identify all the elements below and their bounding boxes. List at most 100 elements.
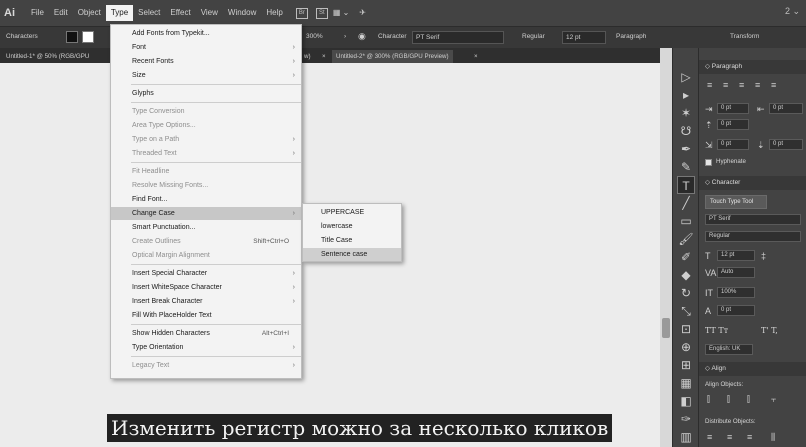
- distribute-center-icon[interactable]: ≡: [727, 432, 732, 442]
- menu-window[interactable]: Window: [223, 5, 261, 21]
- shape-builder-tool-icon[interactable]: ⊕: [677, 338, 695, 356]
- font-style-field[interactable]: Regular: [522, 33, 545, 40]
- curvature-tool-icon[interactable]: ✎: [677, 158, 695, 176]
- align-panel-header[interactable]: ◇ Align: [699, 362, 806, 376]
- menu-edit[interactable]: Edit: [49, 5, 73, 21]
- menu-item-recent-fonts[interactable]: Recent Fonts ›: [111, 55, 301, 68]
- all-caps-buttons[interactable]: TT Tт: [705, 326, 728, 335]
- menu-item-threaded-text[interactable]: Threaded Text ›: [111, 147, 301, 160]
- workspace-switcher-icon[interactable]: ▦ ⌄: [328, 5, 354, 21]
- menu-item-show-hidden-characters[interactable]: Show Hidden Characters Alt+Ctrl+I: [111, 327, 301, 340]
- space-before-field[interactable]: 0 pt: [717, 119, 749, 130]
- indent-right-field[interactable]: 0 pt: [769, 103, 803, 114]
- font-size-field[interactable]: 12 pt: [562, 31, 606, 44]
- font-size-field[interactable]: 12 pt: [717, 250, 755, 261]
- pen-tool-icon[interactable]: ✒: [677, 140, 695, 158]
- submenu-item-uppercase[interactable]: UPPERCASE: [303, 206, 401, 219]
- scale-tool-icon[interactable]: ⤡: [677, 302, 695, 320]
- menu-item-type-conversion[interactable]: Type Conversion: [111, 105, 301, 118]
- menu-type[interactable]: Type: [105, 5, 134, 21]
- menu-item-smart-punctuation[interactable]: Smart Punctuation...: [111, 221, 301, 234]
- zoom-value[interactable]: 300%: [306, 33, 323, 40]
- submenu-item-lowercase[interactable]: lowercase: [303, 220, 401, 233]
- chart-tool-icon[interactable]: ▥: [677, 428, 695, 446]
- paragraph-panel-link[interactable]: Paragraph: [616, 33, 646, 40]
- distribute-left-icon[interactable]: ⫼: [771, 432, 775, 443]
- character-panel-link[interactable]: Character: [378, 33, 407, 40]
- menu-item-create-outlines[interactable]: Create Outlines Shift+Ctrl+O: [111, 235, 301, 248]
- menu-help[interactable]: Help: [261, 5, 287, 21]
- menu-effect[interactable]: Effect: [165, 5, 195, 21]
- font-style-field[interactable]: Regular: [705, 231, 801, 242]
- justify-all-icon[interactable]: ≡: [771, 80, 776, 90]
- close-icon[interactable]: ×: [470, 50, 482, 63]
- menu-item-area-type-options[interactable]: Area Type Options...: [111, 119, 301, 132]
- lasso-tool-icon[interactable]: ☋: [677, 122, 695, 140]
- magic-wand-tool-icon[interactable]: ✶: [677, 104, 695, 122]
- chevron-right-icon[interactable]: ›: [344, 33, 346, 40]
- menu-item-glyphs[interactable]: Glyphs: [111, 87, 301, 100]
- fill-swatch[interactable]: [66, 31, 78, 43]
- canvas-scrollbar[interactable]: [660, 48, 672, 447]
- character-panel-header[interactable]: ◇ Character: [699, 176, 806, 190]
- menu-item-insert-special-character[interactable]: Insert Special Character ›: [111, 267, 301, 280]
- eraser-tool-icon[interactable]: ◆: [677, 266, 695, 284]
- superscript-buttons[interactable]: T' T,: [761, 326, 778, 335]
- first-line-indent-field[interactable]: 0 pt: [717, 139, 749, 150]
- align-horizontal-center-icon[interactable]: ⫿: [727, 394, 730, 405]
- transform-panel-link[interactable]: Transform: [730, 33, 759, 40]
- rectangle-tool-icon[interactable]: ▭: [677, 212, 695, 230]
- justify-icon[interactable]: ≡: [755, 80, 760, 90]
- menu-item-find-font[interactable]: Find Font...: [111, 193, 301, 206]
- stock-icon[interactable]: St: [315, 7, 328, 19]
- perspective-grid-tool-icon[interactable]: ⊞: [677, 356, 695, 374]
- pencil-tool-icon[interactable]: ✐: [677, 248, 695, 266]
- selection-tool-icon[interactable]: ▷: [677, 68, 695, 86]
- menu-view[interactable]: View: [196, 5, 223, 21]
- menu-item-change-case[interactable]: Change Case ›: [111, 207, 301, 220]
- scrollbar-thumb[interactable]: [662, 318, 670, 338]
- rotate-tool-icon[interactable]: ↻: [677, 284, 695, 302]
- gradient-tool-icon[interactable]: ◧: [677, 392, 695, 410]
- hyphenate-checkbox[interactable]: [705, 159, 712, 166]
- indent-left-field[interactable]: 0 pt: [717, 103, 749, 114]
- touch-type-tool-button[interactable]: Touch Type Tool: [705, 195, 767, 209]
- menu-item-fit-headline[interactable]: Fit Headline: [111, 165, 301, 178]
- eyedropper-tool-icon[interactable]: ✑: [677, 410, 695, 428]
- menu-item-optical-margin-alignment[interactable]: Optical Margin Alignment: [111, 249, 301, 262]
- menu-item-insert-break-character[interactable]: Insert Break Character ›: [111, 295, 301, 308]
- bridge-icon[interactable]: Br: [295, 7, 308, 19]
- paintbrush-tool-icon[interactable]: 🖌: [677, 230, 695, 248]
- stroke-swatch[interactable]: [82, 31, 94, 43]
- globe-icon[interactable]: ◉: [358, 31, 366, 42]
- direct-selection-tool-icon[interactable]: ▸: [677, 86, 695, 104]
- language-select[interactable]: English: UK: [705, 344, 753, 355]
- align-left-edges-icon[interactable]: ⫿: [707, 394, 710, 405]
- paragraph-panel-header[interactable]: ◇ Paragraph: [699, 60, 806, 74]
- distribute-bottom-icon[interactable]: ≡: [747, 432, 752, 442]
- menu-item-type-orientation[interactable]: Type Orientation ›: [111, 341, 301, 354]
- kerning-field[interactable]: Auto: [717, 267, 755, 278]
- font-family-field[interactable]: PT Serif: [412, 31, 504, 44]
- submenu-item-title-case[interactable]: Title Case: [303, 234, 401, 247]
- menu-item-resolve-missing-fonts[interactable]: Resolve Missing Fonts...: [111, 179, 301, 192]
- menu-item-add-fonts-from-typekit[interactable]: Add Fonts from Typekit...: [111, 27, 301, 40]
- mesh-tool-icon[interactable]: ▦: [677, 374, 695, 392]
- menu-item-fill-with-placeholder-text[interactable]: Fill With PlaceHolder Text: [111, 309, 301, 322]
- menu-item-type-on-a-path[interactable]: Type on a Path ›: [111, 133, 301, 146]
- space-after-field[interactable]: 0 pt: [769, 139, 803, 150]
- menu-select[interactable]: Select: [133, 5, 165, 21]
- align-top-edges-icon[interactable]: ⫟: [771, 394, 776, 405]
- workspace-menu[interactable]: 2 ⌄: [785, 6, 800, 17]
- align-right-icon[interactable]: ≡: [739, 80, 744, 90]
- align-right-edges-icon[interactable]: ⫿: [747, 394, 750, 405]
- align-left-icon[interactable]: ≡: [707, 80, 712, 90]
- vertical-scale-field[interactable]: 100%: [717, 287, 755, 298]
- submenu-item-sentence-case[interactable]: Sentence case: [303, 248, 401, 261]
- menu-item-font[interactable]: Font ›: [111, 41, 301, 54]
- menu-file[interactable]: File: [26, 5, 49, 21]
- free-transform-tool-icon[interactable]: ⊡: [677, 320, 695, 338]
- menu-item-insert-whitespace-character[interactable]: Insert WhiteSpace Character ›: [111, 281, 301, 294]
- align-center-icon[interactable]: ≡: [723, 80, 728, 90]
- gpu-performance-icon[interactable]: ✈: [354, 5, 371, 21]
